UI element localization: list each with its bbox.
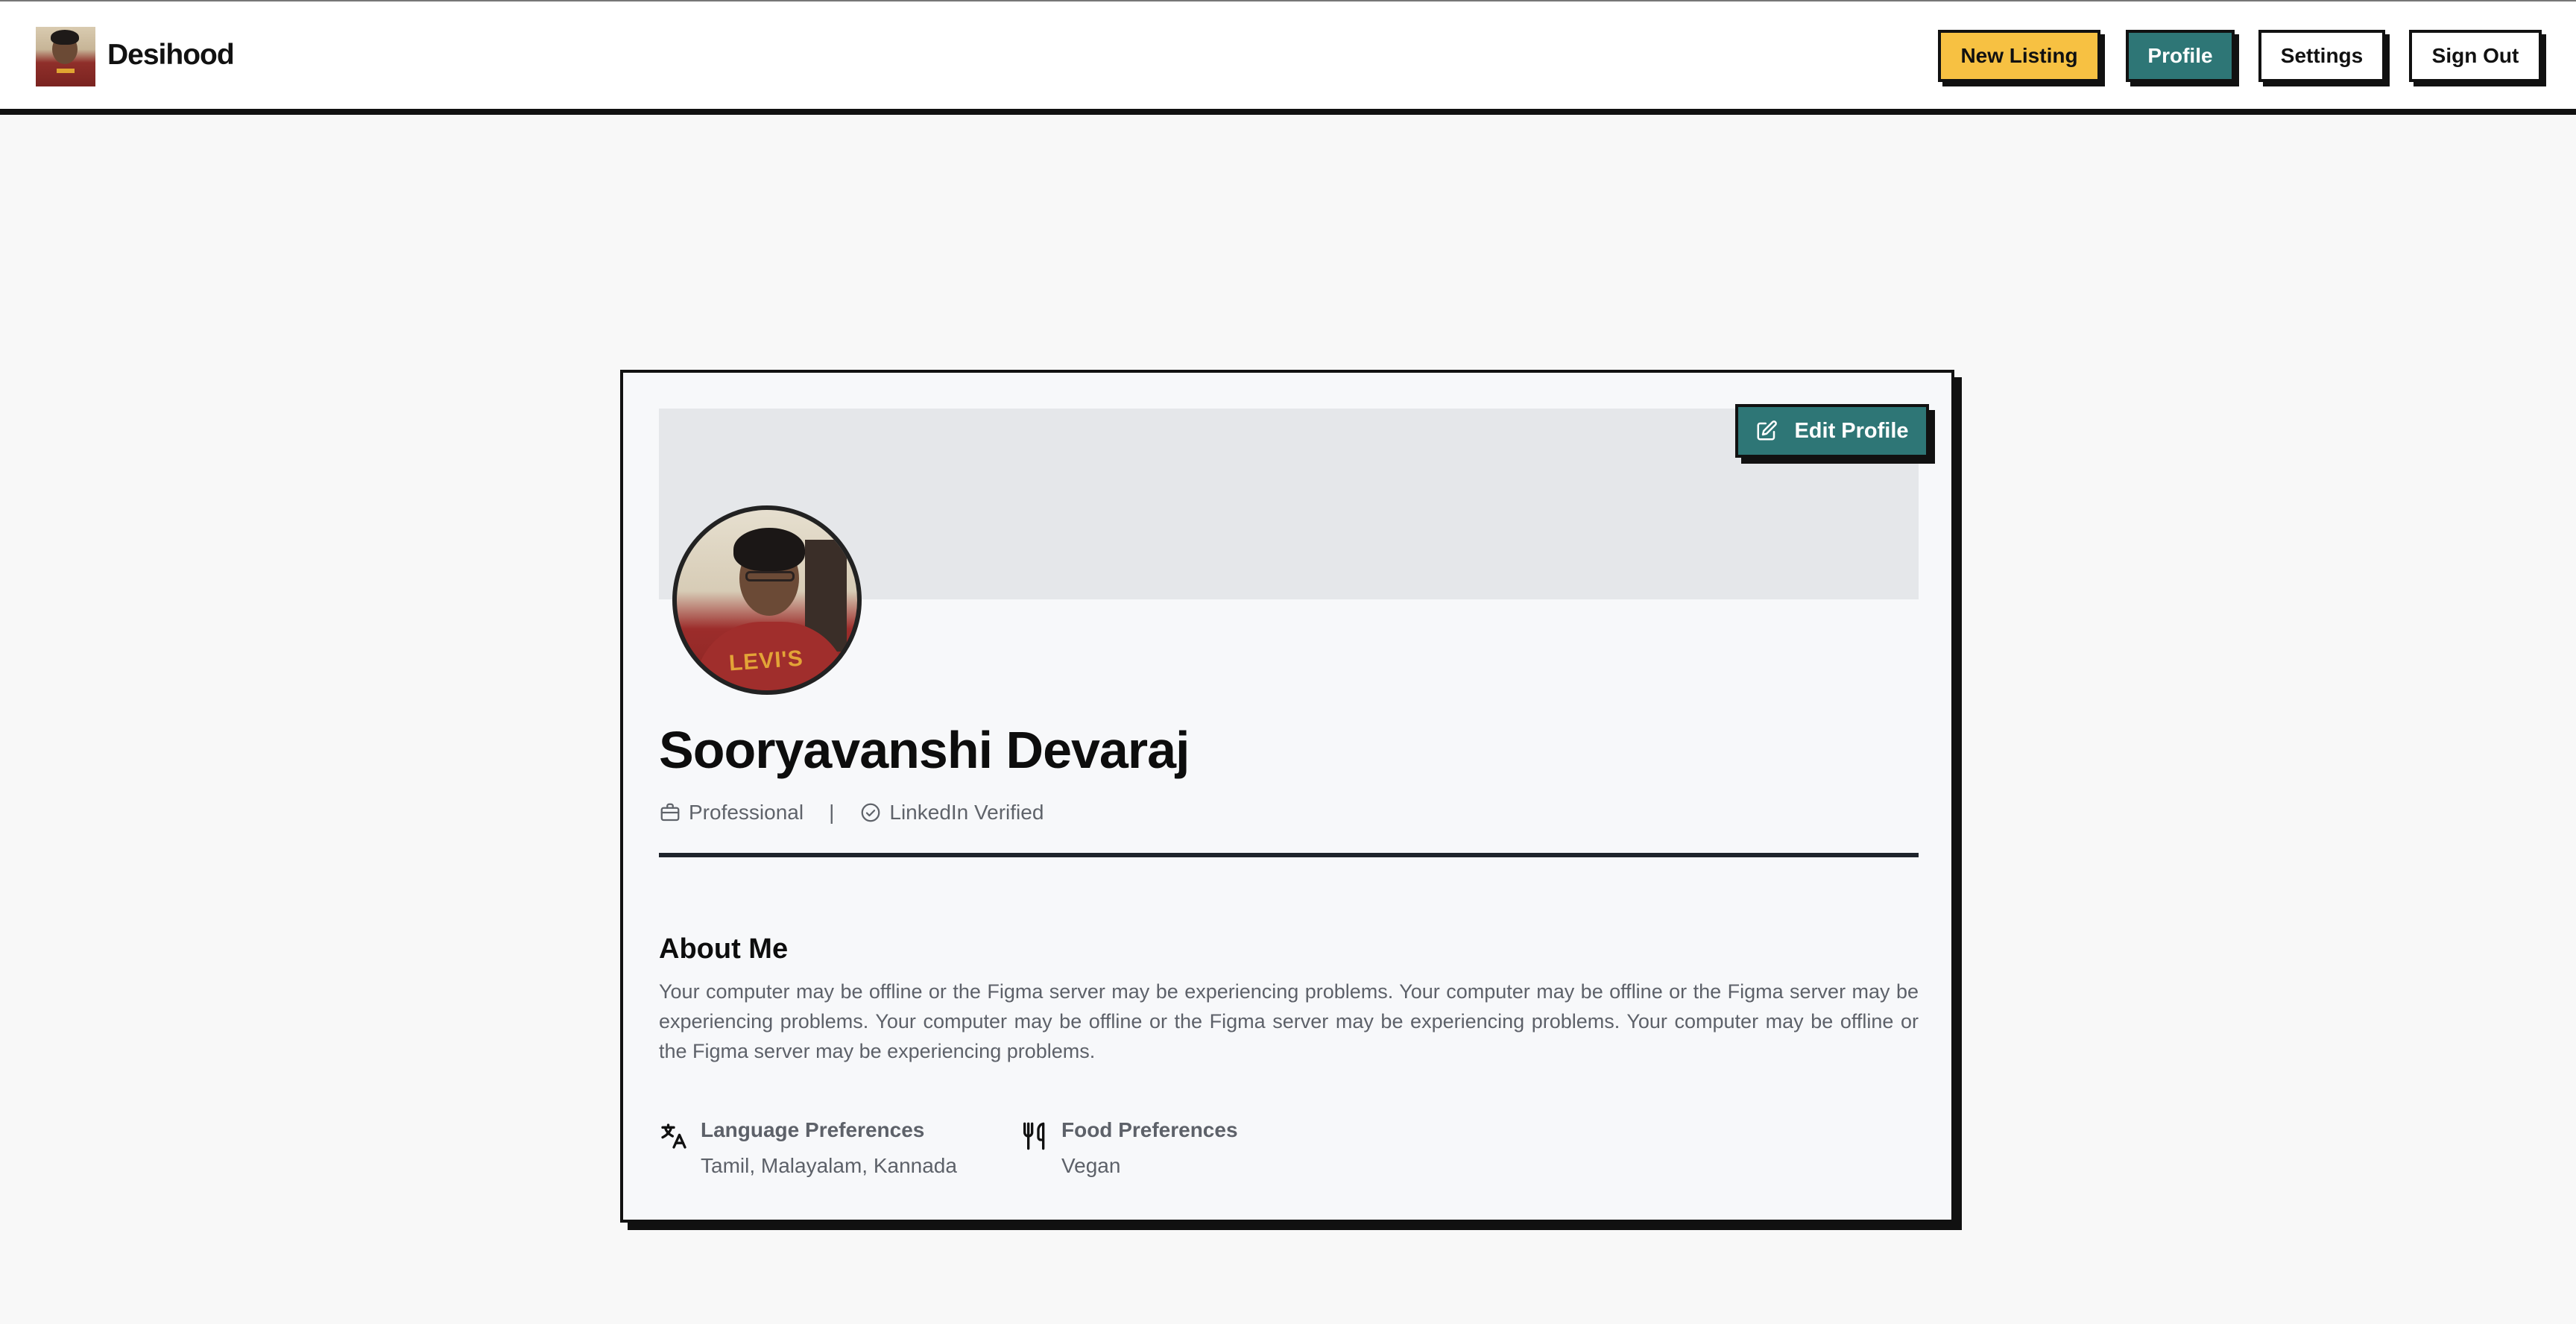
utensils-icon [1023,1122,1045,1150]
food-preferences-label: Food Preferences [1061,1118,1238,1141]
edit-profile-label: Edit Profile [1794,418,1909,443]
brand-avatar[interactable] [36,27,95,86]
language-preferences-label: Language Preferences [701,1118,925,1141]
translate-icon [661,1123,686,1149]
meta-separator: | [829,801,835,824]
settings-button[interactable]: Settings [2258,30,2385,82]
profile-name: Sooryavanshi Devaraj [659,721,1190,779]
profile-button[interactable]: Profile [2126,30,2235,82]
top-navigation-bar: Desihood New Listing Profile Settings Si… [0,0,2576,115]
profile-meta: Professional | LinkedIn Verified [659,801,1044,825]
brand-name[interactable]: Desihood [107,39,235,72]
food-preferences-value: Vegan [1061,1154,1121,1177]
edit-profile-button[interactable]: Edit Profile [1735,404,1929,458]
profile-card: Edit Profile LEVI'S Sooryavanshi Devaraj… [620,370,1954,1223]
sign-out-button[interactable]: Sign Out [2409,30,2542,82]
profile-role: Professional [689,801,804,824]
briefcase-icon [660,803,680,822]
about-title: About Me [659,933,789,965]
shirt-print: LEVI'S [727,646,804,676]
section-divider [659,853,1919,857]
language-preferences-value: Tamil, Malayalam, Kannada [701,1154,957,1177]
new-listing-button[interactable]: New Listing [1938,30,2100,82]
verification-status: LinkedIn Verified [889,801,1044,824]
edit-icon [1757,420,1778,441]
check-circle-icon [862,803,880,822]
profile-avatar: LEVI'S [672,505,862,695]
about-text: Your computer may be offline or the Figm… [659,980,1919,1062]
